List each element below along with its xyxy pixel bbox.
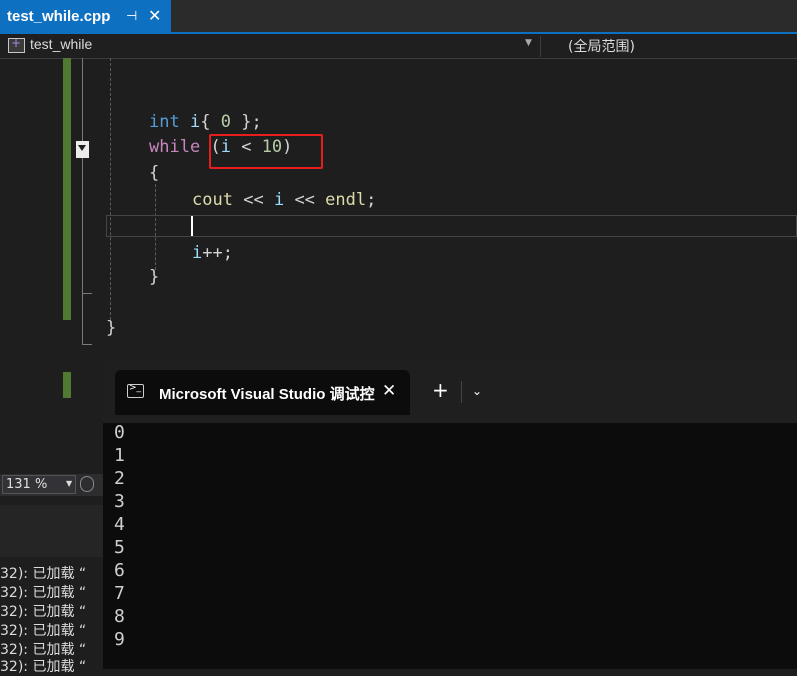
code-line[interactable]: cout << i << endl; xyxy=(192,190,376,210)
identifier: cout xyxy=(192,190,233,210)
operator: ++; xyxy=(202,243,233,263)
console-line: 0 xyxy=(114,422,125,443)
pin-icon[interactable]: ⊣ xyxy=(126,8,137,24)
semicolon: ; xyxy=(366,190,377,210)
console-line: 4 xyxy=(114,514,125,535)
operator: << xyxy=(294,190,315,210)
brace: { xyxy=(200,112,211,132)
outline-line xyxy=(82,58,83,294)
annotation-box xyxy=(209,134,323,169)
outline-line xyxy=(82,344,92,345)
console-line: 7 xyxy=(114,583,125,604)
divider xyxy=(540,36,541,57)
close-tab-icon[interactable]: ✕ xyxy=(148,6,161,26)
chevron-down-icon[interactable]: ⌄ xyxy=(472,384,482,398)
output-line: 32): 已加载 “ xyxy=(0,585,87,601)
identifier: i xyxy=(192,243,203,263)
console-line: 1 xyxy=(114,445,125,466)
identifier: i xyxy=(189,112,201,132)
cpp-project-icon xyxy=(8,36,25,53)
output-line: 32): 已加载 “ xyxy=(0,604,87,620)
keyword: while xyxy=(149,137,201,157)
output-line: 32): 已加载 “ xyxy=(0,566,87,582)
operator: << xyxy=(243,190,264,210)
zoom-dropdown[interactable]: 131 % xyxy=(2,475,76,494)
tab-label: test_while.cpp xyxy=(7,8,111,25)
console-line: 5 xyxy=(114,537,125,558)
output-line: 32): 已加载 “ xyxy=(0,659,87,675)
number: 0 xyxy=(220,112,231,132)
console-line: 3 xyxy=(114,491,125,512)
code-line[interactable]: i++; xyxy=(192,243,233,263)
health-indicator-icon[interactable] xyxy=(80,476,94,492)
close-icon[interactable]: ✕ xyxy=(382,381,396,401)
tab-test-while-cpp[interactable]: test_while.cpp ⊣ ✕ xyxy=(0,0,171,32)
terminal-tab-title: Microsoft Visual Studio 调试控 xyxy=(159,386,375,403)
outline-line xyxy=(82,293,92,294)
change-marker xyxy=(63,372,71,398)
brace: }; xyxy=(241,112,262,132)
chevron-down-icon[interactable]: ▼ xyxy=(66,479,72,488)
console-line: 2 xyxy=(114,468,125,489)
identifier: i xyxy=(273,190,285,210)
code-line[interactable]: { xyxy=(149,163,159,183)
outline-line xyxy=(82,294,83,344)
console-line: 8 xyxy=(114,606,125,627)
collapse-arrow-icon[interactable] xyxy=(76,141,89,158)
indent-guide xyxy=(110,58,111,320)
keyword: int xyxy=(149,112,180,132)
scope-dropdown[interactable]: (全局范围) xyxy=(568,36,635,56)
identifier: endl xyxy=(325,190,367,210)
text-caret xyxy=(191,216,193,236)
output-line: 32): 已加载 “ xyxy=(0,623,87,639)
new-tab-icon[interactable]: + xyxy=(432,378,449,402)
code-line[interactable]: } xyxy=(149,267,159,287)
output-panel-header xyxy=(0,505,103,557)
terminal-icon xyxy=(127,383,144,398)
navigation-bar xyxy=(0,34,797,59)
code-line[interactable]: } xyxy=(106,318,116,338)
code-line[interactable]: int i{ 0 }; xyxy=(149,112,262,132)
change-marker xyxy=(63,58,71,320)
console-line: 9 xyxy=(114,629,125,650)
chevron-down-icon[interactable]: ▼ xyxy=(525,38,532,48)
zoom-value: 131 % xyxy=(6,477,48,492)
current-line-highlight xyxy=(106,215,797,237)
project-dropdown[interactable]: test_while xyxy=(30,36,92,52)
console-line: 6 xyxy=(114,560,125,581)
divider xyxy=(461,381,462,403)
